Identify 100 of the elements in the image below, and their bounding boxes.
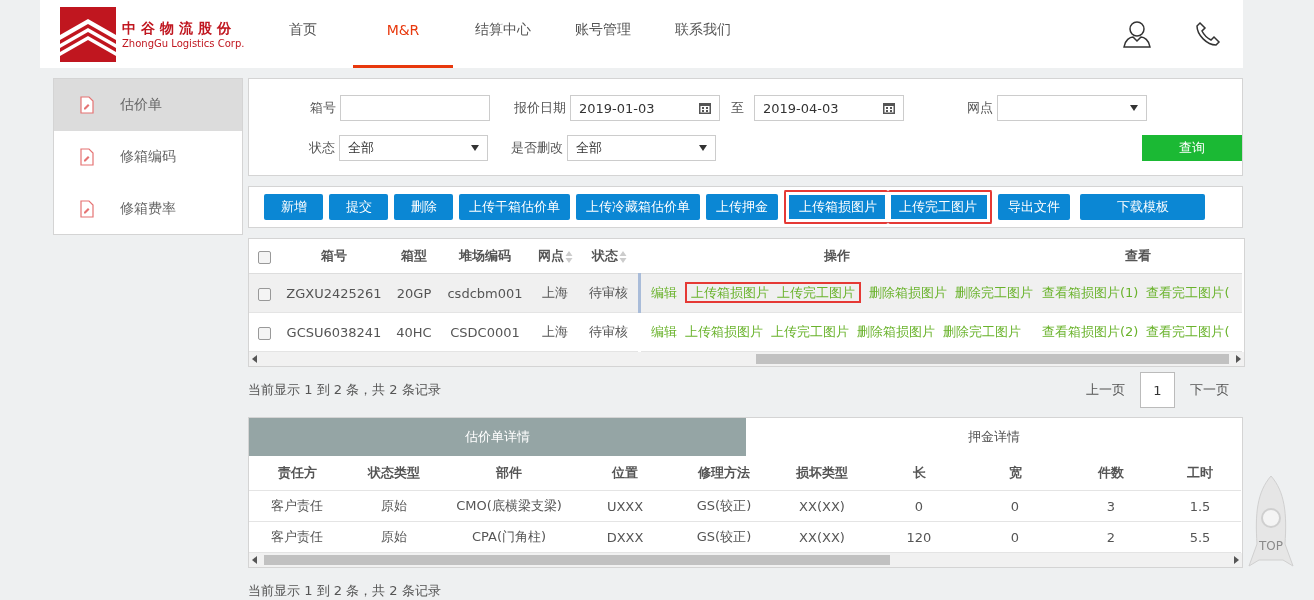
user-icon[interactable]	[1123, 20, 1151, 48]
action-link[interactable]: 上传箱损图片	[684, 282, 773, 303]
table-cell: 5.5	[1159, 521, 1241, 553]
sidebar-item[interactable]: 修箱编码	[54, 131, 242, 183]
column-header: 查看	[1034, 239, 1242, 274]
column-header: 件数	[1063, 456, 1159, 491]
date-field[interactable]: 2019-04-03	[754, 95, 904, 121]
sort-icon[interactable]	[618, 249, 627, 264]
scroll-right-icon[interactable]	[1233, 556, 1239, 564]
nav-tab[interactable]: 联系我们	[653, 0, 753, 68]
column-header: 损坏类型	[773, 456, 871, 491]
toolbar-button[interactable]: 导出文件	[998, 194, 1070, 220]
document-icon	[80, 200, 94, 218]
detail-tab[interactable]: 估价单详情	[249, 418, 746, 456]
action-link[interactable]: 上传箱损图片	[684, 324, 763, 339]
page-number[interactable]: 1	[1140, 372, 1175, 408]
column-header: 位置	[575, 456, 675, 491]
view-link[interactable]: 查看完工图片(	[1146, 324, 1230, 339]
action-link[interactable]: 上传完工图片	[772, 282, 861, 303]
nav-tab[interactable]: 首页	[253, 0, 353, 68]
toolbar-button[interactable]: 上传完工图片	[888, 190, 992, 224]
table-cell: 2	[1063, 521, 1159, 553]
toolbar-button[interactable]: 删除	[394, 194, 453, 220]
document-icon	[80, 96, 94, 114]
table-cell: ZGXU2425261	[279, 273, 389, 313]
next-page-link[interactable]: 下一页	[1190, 381, 1229, 399]
select-all-checkbox[interactable]	[257, 250, 271, 264]
action-link[interactable]: 编辑	[650, 324, 677, 339]
table-cell: 上海	[531, 312, 579, 352]
logo-subtitle: ZhongGu Logistics Corp.	[122, 37, 245, 49]
column-header: 部件	[443, 456, 575, 491]
logo-icon	[60, 6, 116, 62]
caret-icon	[699, 145, 708, 151]
scroll-right-icon[interactable]	[1235, 355, 1241, 363]
scroll-left-icon[interactable]	[252, 355, 258, 363]
column-header: 箱型	[389, 239, 439, 274]
modified-select[interactable]: 全部	[567, 135, 717, 161]
action-link[interactable]: 删除完工图片	[942, 324, 1021, 339]
horizontal-scrollbar[interactable]	[249, 553, 1242, 567]
sidebar-item[interactable]: 修箱费率	[54, 183, 242, 235]
table-cell: 客户责任	[249, 490, 345, 522]
action-link[interactable]: 删除箱损图片	[868, 285, 947, 300]
calendar-icon[interactable]	[883, 102, 895, 114]
table-cell: GS(较正)	[675, 490, 773, 522]
table-cell: GCSU6038241	[279, 312, 389, 352]
table-cell: 0	[871, 490, 967, 522]
row-checkbox[interactable]	[257, 326, 271, 340]
scroll-left-icon[interactable]	[252, 556, 258, 564]
toolbar-button[interactable]: 下载模板	[1080, 194, 1205, 220]
column-header: 箱号	[279, 239, 389, 274]
field-label: 网点	[966, 99, 994, 117]
action-link[interactable]: 上传完工图片	[770, 324, 849, 339]
caret-icon	[1130, 105, 1138, 111]
table-cell: CSDC0001	[439, 312, 531, 352]
action-link[interactable]: 删除完工图片	[954, 285, 1033, 300]
sidebar-item[interactable]: 估价单	[54, 79, 242, 131]
table-cell: csdcbm001	[439, 273, 531, 313]
table-cell: GS(较正)	[675, 521, 773, 553]
record-summary: 当前显示 1 到 2 条，共 2 条记录	[248, 583, 441, 598]
document-icon	[80, 148, 94, 166]
sort-icon[interactable]	[564, 249, 573, 264]
field-label: 是否删改	[510, 139, 565, 157]
calendar-icon[interactable]	[699, 102, 711, 114]
date-field[interactable]: 2019-01-03	[570, 95, 720, 121]
view-link[interactable]: 查看箱损图片(1)	[1042, 285, 1139, 300]
toolbar-button[interactable]: 提交	[329, 194, 388, 220]
toolbar-button[interactable]: 上传冷藏箱估价单	[576, 194, 700, 220]
nav-tab[interactable]: 结算中心	[453, 0, 553, 68]
search-button[interactable]: 查询	[1141, 135, 1242, 161]
column-header: 操作	[639, 239, 1034, 274]
column-header[interactable]: 网点	[531, 239, 579, 274]
table-cell: 20GP	[389, 273, 439, 313]
column-header: 长	[871, 456, 967, 491]
column-header[interactable]: 状态	[579, 239, 639, 274]
horizontal-scrollbar[interactable]	[249, 352, 1244, 366]
action-link[interactable]: 编辑	[650, 285, 677, 300]
branch-select[interactable]	[997, 95, 1147, 121]
toolbar-button[interactable]: 上传箱损图片	[784, 190, 888, 224]
action-link[interactable]: 删除箱损图片	[856, 324, 935, 339]
status-select[interactable]: 全部	[339, 135, 489, 161]
nav-tab[interactable]: M&R	[353, 0, 453, 68]
field-label: 报价日期	[513, 99, 567, 117]
column-header: 修理方法	[675, 456, 773, 491]
table-cell: XX(XX)	[773, 490, 871, 522]
previous-page-link[interactable]: 上一页	[1086, 381, 1125, 399]
toolbar-button[interactable]: 上传押金	[706, 194, 778, 220]
table-cell: 0	[967, 490, 1063, 522]
nav-tab[interactable]: 账号管理	[553, 0, 653, 68]
caret-icon	[471, 145, 480, 151]
logo-title: 中谷物流股份	[122, 19, 237, 38]
column-header: 宽	[967, 456, 1063, 491]
row-checkbox[interactable]	[257, 287, 271, 301]
table-cell: 120	[871, 521, 967, 553]
table-cell: 3	[1063, 490, 1159, 522]
box-number-field[interactable]	[340, 95, 490, 121]
phone-icon[interactable]	[1195, 21, 1221, 47]
view-link[interactable]: 查看箱损图片(2)	[1042, 324, 1139, 339]
toolbar-button[interactable]: 上传干箱估价单	[459, 194, 570, 220]
toolbar-button[interactable]: 新增	[264, 194, 323, 220]
view-link[interactable]: 查看完工图片(	[1146, 285, 1230, 300]
